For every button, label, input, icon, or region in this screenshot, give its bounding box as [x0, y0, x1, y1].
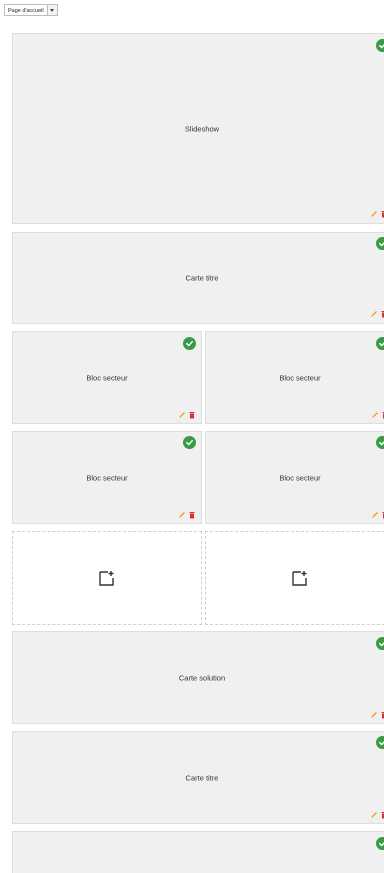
- edit-pencil-icon[interactable]: [370, 711, 378, 719]
- check-circle-icon: [376, 436, 384, 449]
- add-page-icon[interactable]: [291, 569, 309, 587]
- block-label: Bloc secteur: [86, 473, 128, 482]
- block-label: Carte titre: [185, 773, 219, 782]
- edit-pencil-icon[interactable]: [371, 411, 379, 419]
- page-selector-value: Page d'accueil: [8, 8, 44, 14]
- empty-slot[interactable]: [205, 531, 384, 625]
- block-bloc-secteur[interactable]: Bloc secteur: [205, 331, 384, 424]
- check-circle-icon: [183, 436, 196, 449]
- block-label: Carte solution: [178, 673, 226, 682]
- check-circle-icon: [183, 337, 196, 350]
- edit-pencil-icon[interactable]: [370, 210, 378, 218]
- block-label: Carte titre: [185, 273, 219, 283]
- page-selector[interactable]: Page d'accueil: [4, 4, 58, 16]
- check-circle-icon: [376, 39, 384, 52]
- check-circle-icon: [376, 837, 384, 850]
- block-carte-titre[interactable]: Carte titre: [12, 731, 384, 824]
- block-bloc-secteur[interactable]: Bloc secteur: [205, 431, 384, 524]
- edit-pencil-icon[interactable]: [370, 310, 378, 318]
- edit-pencil-icon[interactable]: [178, 411, 186, 419]
- block-partial[interactable]: [12, 831, 384, 873]
- check-circle-icon: [376, 736, 384, 749]
- block-label: Slideshow: [184, 124, 220, 133]
- edit-pencil-icon[interactable]: [178, 511, 186, 519]
- delete-trash-icon[interactable]: [189, 411, 195, 419]
- dropdown-arrow-icon[interactable]: [46, 5, 57, 15]
- empty-slot[interactable]: [12, 531, 202, 625]
- block-bloc-secteur[interactable]: Bloc secteur: [12, 431, 202, 524]
- page: Page d'accueil Slideshow Carte titre Blo…: [0, 0, 384, 873]
- block-bloc-secteur[interactable]: Bloc secteur: [12, 331, 202, 424]
- delete-trash-icon[interactable]: [189, 511, 195, 519]
- add-page-icon[interactable]: [98, 569, 116, 587]
- edit-pencil-icon[interactable]: [371, 511, 379, 519]
- block-slideshow[interactable]: Slideshow: [12, 33, 384, 224]
- check-circle-icon: [376, 237, 384, 250]
- block-label: Bloc secteur: [279, 373, 321, 382]
- edit-pencil-icon[interactable]: [370, 811, 378, 819]
- block-carte-titre[interactable]: Carte titre: [12, 232, 384, 324]
- block-carte-solution[interactable]: Carte solution: [12, 631, 384, 724]
- check-circle-icon: [376, 637, 384, 650]
- check-circle-icon: [376, 337, 384, 350]
- block-label: Bloc secteur: [279, 473, 321, 482]
- block-label: Bloc secteur: [86, 373, 128, 382]
